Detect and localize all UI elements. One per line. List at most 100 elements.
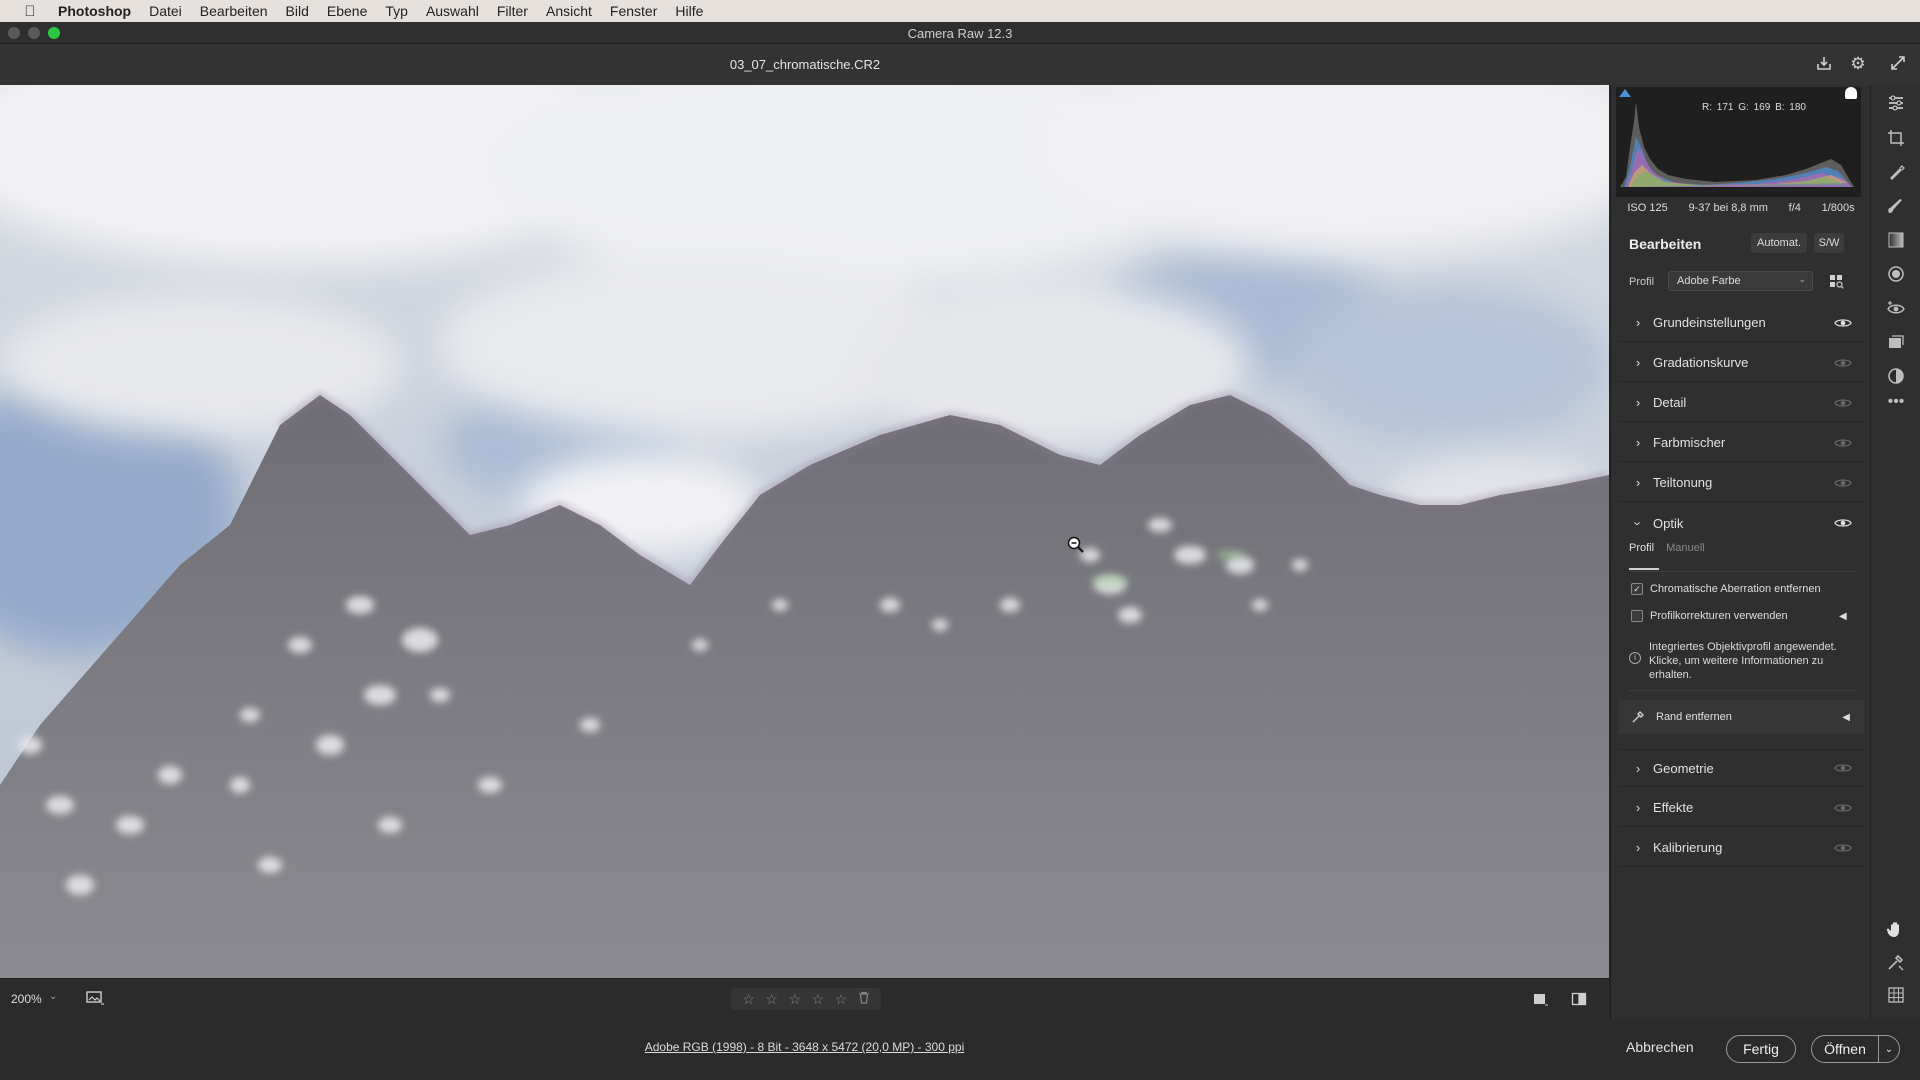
profile-correction-checkbox[interactable] [1631, 610, 1643, 622]
menu-bild[interactable]: Bild [286, 3, 309, 19]
menu-photoshop[interactable]: Photoshop [58, 3, 131, 19]
star-icon[interactable]: ☆ [765, 991, 778, 1008]
ca-checkbox[interactable]: ✓ [1631, 583, 1643, 595]
menu-hilfe[interactable]: Hilfe [675, 3, 703, 19]
section-label: Kalibrierung [1653, 840, 1723, 855]
edit-sliders-icon[interactable] [1886, 93, 1906, 113]
section-kalibrierung[interactable]: › Kalibrierung [1619, 829, 1864, 867]
snapshots-icon[interactable] [1886, 332, 1906, 352]
presets-icon[interactable] [1886, 366, 1906, 386]
filmstrip-icon[interactable] [85, 990, 105, 1006]
healing-brush-icon[interactable] [1886, 162, 1906, 182]
window-title: Camera Raw 12.3 [907, 26, 1013, 41]
ca-label: Chromatische Aberration entfernen [1650, 583, 1821, 595]
graduated-filter-icon[interactable] [1886, 230, 1906, 250]
menu-auswahl[interactable]: Auswahl [426, 3, 479, 19]
green-label: G: [1738, 102, 1749, 113]
rgb-readout: R: 171 G: 169 B: 180 [1702, 102, 1806, 113]
highlight-clipping-icon[interactable] [1845, 87, 1857, 99]
black-white-button[interactable]: S/W [1814, 233, 1844, 253]
radial-filter-icon[interactable] [1886, 264, 1906, 284]
section-gradationskurve[interactable]: › Gradationskurve [1619, 344, 1864, 382]
chevron-down-icon[interactable]: ⌄ [49, 991, 57, 1002]
chevron-right-icon: › [1635, 315, 1641, 330]
open-options-chevron-icon[interactable]: ⌄ [1878, 1035, 1900, 1063]
menu-fenster[interactable]: Fenster [610, 3, 657, 19]
menu-ansicht[interactable]: Ansicht [546, 3, 592, 19]
shadow-clipping-icon[interactable] [1619, 89, 1631, 97]
zoom-out-cursor-icon [1066, 535, 1086, 555]
optik-tabs: Profil Manuell [1629, 542, 1705, 554]
grid-overlay-icon[interactable] [1886, 985, 1906, 1005]
red-eye-icon[interactable] [1886, 298, 1906, 318]
visibility-eye-icon[interactable] [1834, 762, 1852, 774]
menu-typ[interactable]: Typ [385, 3, 408, 19]
tool-strip: ••• [1870, 85, 1920, 1019]
save-image-icon[interactable] [1814, 54, 1834, 74]
section-farbmischer[interactable]: › Farbmischer [1619, 424, 1864, 462]
visibility-eye-icon[interactable] [1834, 437, 1852, 449]
chevron-down-icon: › [1630, 520, 1646, 526]
blue-label: B: [1775, 102, 1785, 113]
menu-ebene[interactable]: Ebene [327, 3, 367, 19]
hand-tool-icon[interactable] [1886, 919, 1906, 939]
profile-correction-label: Profilkorrekturen verwenden [1650, 610, 1788, 622]
profile-browser-icon[interactable] [1829, 274, 1844, 289]
visibility-eye-icon[interactable] [1834, 517, 1852, 529]
visibility-eye-icon[interactable] [1834, 842, 1852, 854]
fullscreen-icon[interactable] [1888, 54, 1908, 74]
dialog-footer: Adobe RGB (1998) - 8 Bit - 3648 x 5472 (… [0, 1019, 1920, 1080]
profile-select[interactable]: Adobe Farbe ⌄ [1668, 271, 1813, 291]
trash-icon[interactable] [858, 991, 870, 1007]
image-canvas[interactable] [0, 85, 1609, 978]
exif-info: ISO 125 9-37 bei 8,8 mm f/4 1/800s [1611, 202, 1871, 214]
single-view-icon[interactable] [1532, 991, 1548, 1007]
tab-profil[interactable]: Profil [1629, 542, 1654, 554]
section-teiltonung[interactable]: › Teiltonung [1619, 464, 1864, 502]
before-after-view-icon[interactable] [1571, 991, 1587, 1007]
visibility-eye-icon[interactable] [1834, 317, 1852, 329]
visibility-eye-icon[interactable] [1834, 397, 1852, 409]
star-icon[interactable]: ☆ [835, 991, 848, 1008]
section-label: Effekte [1653, 800, 1694, 815]
color-sampler-icon[interactable] [1886, 952, 1906, 972]
caret-left-icon[interactable]: ◀ [1839, 611, 1847, 622]
zoom-level[interactable]: 200% [11, 992, 42, 1006]
profile-correction-row[interactable]: Profilkorrekturen verwenden [1631, 610, 1788, 622]
chevron-right-icon: › [1635, 800, 1641, 815]
visibility-eye-icon[interactable] [1834, 477, 1852, 489]
crop-icon[interactable] [1886, 128, 1906, 148]
section-geometrie[interactable]: › Geometrie [1619, 749, 1864, 787]
section-grundeinstellungen[interactable]: › Grundeinstellungen [1619, 304, 1864, 342]
menu-datei[interactable]: Datei [149, 3, 182, 19]
visibility-eye-icon[interactable] [1834, 802, 1852, 814]
tab-manuell[interactable]: Manuell [1666, 542, 1705, 554]
blue-value: 180 [1789, 102, 1806, 113]
star-icon[interactable]: ☆ [742, 991, 755, 1008]
cancel-button[interactable]: Abbrechen [1626, 1039, 1694, 1055]
adjustment-brush-icon[interactable] [1886, 196, 1906, 216]
auto-button[interactable]: Automat. [1751, 233, 1807, 253]
workflow-options-link[interactable]: Adobe RGB (1998) - 8 Bit - 3648 x 5472 (… [0, 1040, 1609, 1054]
canvas-status-bar: 200% ⌄ ☆ ☆ ☆ ☆ ☆ [0, 978, 1609, 1019]
visibility-eye-icon[interactable] [1834, 357, 1852, 369]
section-optik[interactable]: › Optik [1619, 504, 1864, 542]
eyedropper-icon[interactable] [1631, 710, 1645, 724]
done-button[interactable]: Fertig [1726, 1035, 1796, 1063]
focal-length-value: 9-37 bei 8,8 mm [1688, 202, 1768, 214]
open-button[interactable]: Öffnen [1811, 1035, 1879, 1063]
settings-gear-icon[interactable]: ⚙ [1848, 54, 1868, 74]
ca-checkbox-row[interactable]: ✓ Chromatische Aberration entfernen [1631, 583, 1821, 595]
section-detail[interactable]: › Detail [1619, 384, 1864, 422]
profile-value: Adobe Farbe [1677, 275, 1741, 287]
apple-logo-icon[interactable]:  [18, 3, 42, 20]
star-icon[interactable]: ☆ [812, 991, 825, 1008]
menu-bearbeiten[interactable]: Bearbeiten [200, 3, 268, 19]
shutter-value: 1/800s [1821, 202, 1855, 214]
defringe-row[interactable]: Rand entfernen ◀ [1619, 700, 1864, 734]
section-effekte[interactable]: › Effekte [1619, 789, 1864, 827]
menu-filter[interactable]: Filter [497, 3, 528, 19]
more-options-icon[interactable]: ••• [1886, 394, 1906, 416]
iso-value: ISO 125 [1627, 202, 1668, 214]
star-icon[interactable]: ☆ [788, 991, 801, 1008]
